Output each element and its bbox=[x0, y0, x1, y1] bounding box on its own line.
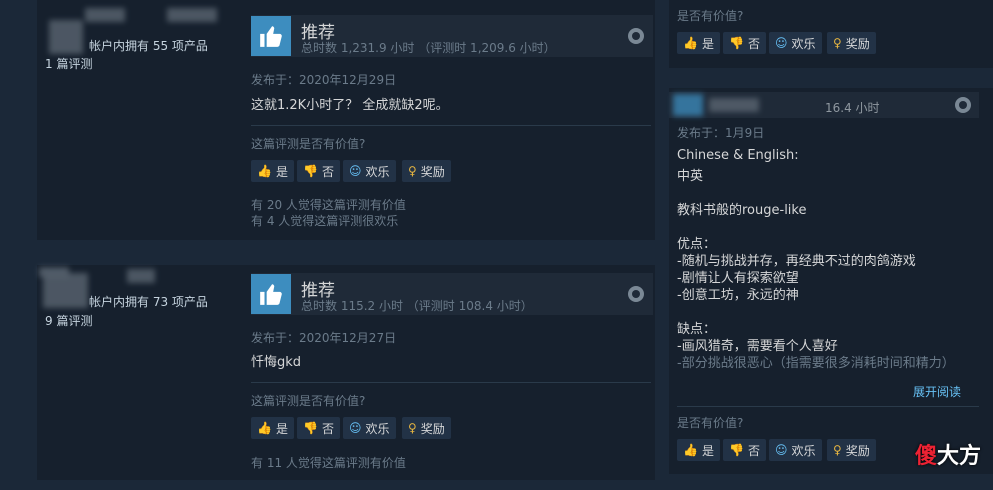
username bbox=[709, 98, 759, 112]
thumbs-up-icon: 👍 bbox=[257, 421, 272, 435]
vote-no-button[interactable]: 👎 否 bbox=[297, 160, 340, 182]
avatar[interactable] bbox=[49, 20, 83, 54]
review-count[interactable]: 9 篇评测 bbox=[45, 312, 92, 329]
vote-no-button[interactable]: 👎 否 bbox=[723, 439, 766, 461]
thumbs-up-icon bbox=[251, 274, 291, 314]
review-card: 16.4 小时 发布于：1月9日 Chinese & English: 中英 教… bbox=[669, 88, 993, 474]
products-owned[interactable]: 帐户内拥有 55 项产品 bbox=[89, 37, 208, 54]
vote-yes-label: 是 bbox=[275, 164, 288, 179]
smile-icon: ☺ bbox=[775, 36, 788, 50]
award-icon: ♀ bbox=[408, 164, 417, 178]
thumbs-up-icon bbox=[251, 16, 291, 56]
thumbs-up-icon bbox=[673, 94, 703, 116]
playtime: 总时数 1,231.9 小时 （评测时 1,209.6 小时） bbox=[301, 41, 556, 55]
helpful-question: 是否有价值? bbox=[677, 9, 744, 23]
recommendation-header[interactable]: 推荐 总时数 115.2 小时 （评测时 108.4 小时） bbox=[251, 273, 653, 315]
divider bbox=[251, 125, 651, 126]
posted-date: 发布于：2020年12月29日 bbox=[251, 73, 397, 87]
smile-icon: ☺ bbox=[349, 421, 362, 435]
review-line: 中英 bbox=[677, 169, 704, 184]
review-line: 教科书般的rouge-like bbox=[677, 203, 807, 218]
thumbs-down-icon: 👎 bbox=[303, 164, 318, 178]
products-owned[interactable]: 帐户内拥有 73 项产品 bbox=[89, 293, 208, 310]
smile-icon: ☺ bbox=[775, 443, 788, 457]
award-icon: ♀ bbox=[408, 421, 417, 435]
award-label: 奖励 bbox=[420, 421, 445, 436]
vote-no-label: 否 bbox=[747, 36, 760, 51]
avatar[interactable] bbox=[43, 273, 88, 308]
review-count[interactable]: 1 篇评测 bbox=[45, 55, 92, 72]
review-card: 是否有价值? 👍 是 👎 否 ☺ 欢乐 ♀ 奖励 bbox=[669, 0, 993, 68]
helpful-question: 是否有价值? bbox=[677, 416, 744, 430]
divider bbox=[251, 382, 651, 383]
vote-yes-label: 是 bbox=[701, 36, 714, 51]
posted-date: 发布于：2020年12月27日 bbox=[251, 331, 397, 345]
review-text: 忏悔gkd bbox=[251, 355, 302, 370]
steam-icon bbox=[955, 97, 971, 113]
vote-funny-button[interactable]: ☺ 欢乐 bbox=[343, 417, 396, 439]
vote-funny-label: 欢乐 bbox=[791, 36, 816, 51]
vote-funny-button[interactable]: ☺ 欢乐 bbox=[769, 32, 822, 54]
steam-icon bbox=[628, 286, 644, 302]
thumbs-up-icon: 👍 bbox=[683, 36, 698, 50]
award-icon: ♀ bbox=[833, 36, 842, 50]
vote-funny-label: 欢乐 bbox=[365, 164, 390, 179]
username[interactable] bbox=[167, 8, 217, 22]
thumbs-up-icon: 👍 bbox=[257, 164, 272, 178]
vote-funny-label: 欢乐 bbox=[365, 421, 390, 436]
award-button[interactable]: ♀ 奖励 bbox=[402, 160, 451, 182]
vote-yes-button[interactable]: 👍 是 bbox=[677, 439, 720, 461]
recommendation-header[interactable]: 16.4 小时 bbox=[669, 92, 979, 118]
username[interactable] bbox=[127, 269, 155, 283]
vote-funny-button[interactable]: ☺ 欢乐 bbox=[343, 160, 396, 182]
playtime: 总时数 115.2 小时 （评测时 108.4 小时） bbox=[301, 299, 533, 313]
vote-no-label: 否 bbox=[321, 164, 334, 179]
award-button[interactable]: ♀ 奖励 bbox=[827, 32, 876, 54]
vote-yes-button[interactable]: 👍 是 bbox=[251, 417, 294, 439]
review-card: 帐户内拥有 73 项产品 9 篇评测 推荐 总时数 115.2 小时 （评测时 … bbox=[37, 265, 655, 480]
award-label: 奖励 bbox=[845, 443, 870, 458]
helpful-count: 有 11 人觉得这篇评测有价值 bbox=[251, 456, 406, 470]
award-button[interactable]: ♀ 奖励 bbox=[827, 439, 876, 461]
award-icon: ♀ bbox=[833, 443, 842, 457]
vote-funny-button[interactable]: ☺ 欢乐 bbox=[769, 439, 822, 461]
award-label: 奖励 bbox=[420, 164, 445, 179]
award-label: 奖励 bbox=[845, 36, 870, 51]
vote-yes-label: 是 bbox=[701, 443, 714, 458]
review-card: 帐户内拥有 55 项产品 1 篇评测 推荐 总时数 1,231.9 小时 （评测… bbox=[37, 0, 655, 240]
vote-yes-button[interactable]: 👍 是 bbox=[251, 160, 294, 182]
vote-no-label: 否 bbox=[747, 443, 760, 458]
review-line: -创意工坊，永远的神 bbox=[677, 288, 799, 303]
award-button[interactable]: ♀ 奖励 bbox=[402, 417, 451, 439]
watermark-text: 大方 bbox=[936, 444, 981, 469]
funny-count: 有 4 人觉得这篇评测很欢乐 bbox=[251, 214, 399, 228]
vote-no-label: 否 bbox=[321, 421, 334, 436]
review-line: Chinese & English: bbox=[677, 148, 799, 163]
review-text: 这就1.2K小时了？ 全成就缺2呢。 bbox=[251, 98, 449, 113]
recommendation-header[interactable]: 推荐 总时数 1,231.9 小时 （评测时 1,209.6 小时） bbox=[251, 15, 653, 57]
divider bbox=[677, 406, 979, 407]
posted-date: 发布于：1月9日 bbox=[677, 126, 765, 140]
thumbs-down-icon: 👎 bbox=[729, 443, 744, 457]
watermark-logo: 傻大方 bbox=[915, 438, 981, 470]
helpful-question: 这篇评测是否有价值? bbox=[251, 394, 366, 408]
helpful-question: 这篇评测是否有价值? bbox=[251, 137, 366, 151]
review-line: -部分挑战很恶心（指需要很多消耗时间和精力） bbox=[677, 356, 955, 371]
smile-icon: ☺ bbox=[349, 164, 362, 178]
vote-no-button[interactable]: 👎 否 bbox=[723, 32, 766, 54]
thumbs-down-icon: 👎 bbox=[303, 421, 318, 435]
steam-icon bbox=[628, 28, 644, 44]
vote-yes-label: 是 bbox=[275, 421, 288, 436]
playtime: 16.4 小时 bbox=[825, 101, 880, 115]
vote-no-button[interactable]: 👎 否 bbox=[297, 417, 340, 439]
thumbs-up-icon: 👍 bbox=[683, 443, 698, 457]
vote-yes-button[interactable]: 👍 是 bbox=[677, 32, 720, 54]
expand-link[interactable]: 展开阅读 bbox=[913, 383, 961, 400]
thumbs-down-icon: 👎 bbox=[729, 36, 744, 50]
helpful-count: 有 20 人觉得这篇评测有价值 bbox=[251, 198, 406, 212]
vote-funny-label: 欢乐 bbox=[791, 443, 816, 458]
username[interactable] bbox=[85, 8, 125, 22]
watermark-char: 傻 bbox=[914, 444, 937, 469]
